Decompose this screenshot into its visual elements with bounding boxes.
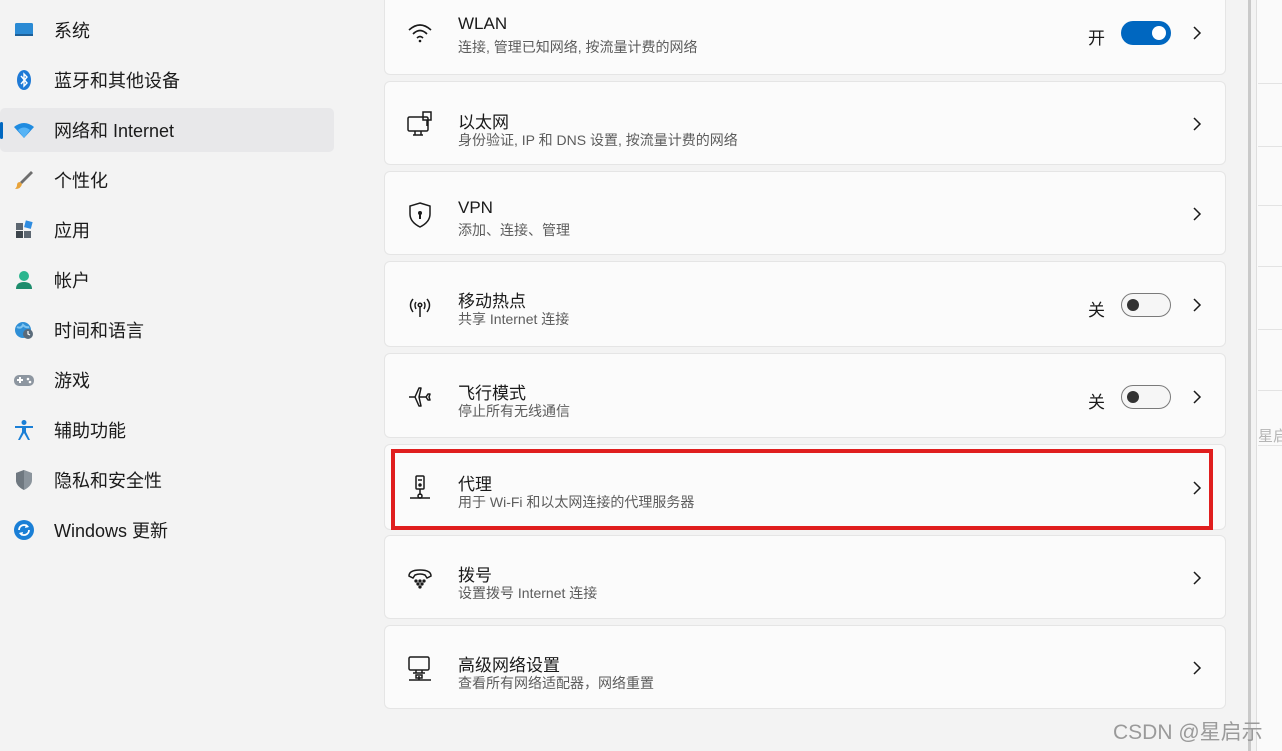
update-icon	[12, 518, 36, 542]
toggle-knob	[1127, 391, 1139, 403]
system-icon	[12, 18, 36, 42]
sidebar-item-label: 蓝牙和其他设备	[54, 71, 180, 91]
brush-icon	[12, 168, 36, 192]
sidebar-item-label: 隐私和安全性	[54, 471, 162, 491]
network-adapter-icon	[405, 654, 435, 684]
apps-icon	[12, 218, 36, 242]
card-subtitle: 查看所有网络适配器，网络重置	[458, 675, 654, 691]
divider	[1258, 146, 1282, 147]
toggle-knob	[1152, 26, 1166, 40]
card-subtitle: 身份验证, IP 和 DNS 设置, 按流量计费的网络	[458, 132, 738, 148]
airplane-icon	[405, 382, 435, 412]
sidebar-item-windows-update[interactable]: Windows 更新	[0, 508, 334, 552]
card-title: VPN	[458, 198, 493, 217]
sidebar-item-network[interactable]: 网络和 Internet	[0, 108, 334, 152]
ethernet-icon	[405, 109, 435, 139]
wlan-state-label: 开	[1088, 29, 1105, 48]
accessibility-icon	[12, 418, 36, 442]
divider	[1258, 390, 1282, 391]
card-subtitle: 添加、连接、管理	[458, 222, 570, 238]
sidebar-item-bluetooth[interactable]: 蓝牙和其他设备	[0, 58, 334, 102]
sidebar-item-personalization[interactable]: 个性化	[0, 158, 334, 202]
chevron-right-icon	[1187, 387, 1207, 407]
dialup-phone-icon	[405, 563, 435, 593]
wlan-card[interactable]: WLAN 连接, 管理已知网络, 按流量计费的网络 开	[384, 0, 1226, 75]
sidebar: 系统 蓝牙和其他设备 网络和 Internet 个性化 应用 帐户 时间和语言 …	[0, 0, 345, 751]
sidebar-item-system[interactable]: 系统	[0, 8, 334, 52]
sidebar-item-label: 应用	[54, 221, 90, 241]
toggle-knob	[1127, 299, 1139, 311]
card-subtitle: 共享 Internet 连接	[458, 311, 570, 327]
airplane-toggle[interactable]	[1121, 385, 1171, 409]
scrollbar[interactable]	[1248, 0, 1251, 751]
airplane-mode-card[interactable]: 飞行模式 停止所有无线通信 关	[384, 353, 1226, 438]
vpn-card[interactable]: VPN 添加、连接、管理	[384, 171, 1226, 255]
chevron-right-icon	[1187, 23, 1207, 43]
sidebar-item-accounts[interactable]: 帐户	[0, 258, 334, 302]
sidebar-item-label: 帐户	[54, 271, 90, 291]
card-subtitle: 停止所有无线通信	[458, 403, 570, 419]
divider	[1258, 329, 1282, 330]
hotspot-card[interactable]: 移动热点 共享 Internet 连接 关	[384, 261, 1226, 347]
hotspot-toggle[interactable]	[1121, 293, 1171, 317]
chevron-right-icon	[1187, 114, 1207, 134]
chevron-right-icon	[1187, 568, 1207, 588]
wlan-toggle[interactable]	[1121, 21, 1171, 45]
hotspot-icon	[405, 291, 435, 321]
dialup-card[interactable]: 拨号 设置拨号 Internet 连接	[384, 535, 1226, 619]
chevron-right-icon	[1187, 204, 1207, 224]
card-subtitle: 连接, 管理已知网络, 按流量计费的网络	[458, 39, 698, 55]
globe-clock-icon	[12, 318, 36, 342]
sidebar-item-gaming[interactable]: 游戏	[0, 358, 334, 402]
card-title: WLAN	[458, 14, 508, 33]
network-icon	[12, 118, 36, 142]
sidebar-item-label: 游戏	[54, 371, 90, 391]
divider	[1258, 266, 1282, 267]
sidebar-item-time-language[interactable]: 时间和语言	[0, 308, 334, 352]
divider	[1258, 205, 1282, 206]
divider	[1258, 83, 1282, 84]
sidebar-item-accessibility[interactable]: 辅助功能	[0, 408, 334, 452]
airplane-state-label: 关	[1088, 393, 1105, 412]
vpn-shield-icon	[405, 200, 435, 230]
advanced-network-card[interactable]: 高级网络设置 查看所有网络适配器，网络重置	[384, 625, 1226, 709]
sidebar-item-privacy[interactable]: 隐私和安全性	[0, 458, 334, 502]
proxy-highlight-box	[391, 449, 1213, 530]
sidebar-item-apps[interactable]: 应用	[0, 208, 334, 252]
sidebar-item-label: 时间和语言	[54, 321, 144, 341]
right-panel-edge	[1256, 0, 1282, 751]
watermark: CSDN @星启示	[1113, 721, 1263, 744]
sidebar-item-label: 辅助功能	[54, 421, 126, 441]
card-subtitle: 设置拨号 Internet 连接	[458, 585, 598, 601]
hotspot-state-label: 关	[1088, 301, 1105, 320]
sidebar-item-label: 个性化	[54, 171, 108, 191]
account-icon	[12, 268, 36, 292]
wifi-icon	[405, 18, 435, 48]
bluetooth-icon	[12, 68, 36, 92]
sidebar-item-label: 系统	[54, 21, 90, 41]
ethernet-card[interactable]: 以太网 身份验证, IP 和 DNS 设置, 按流量计费的网络	[384, 81, 1226, 165]
sidebar-item-label: Windows 更新	[54, 521, 169, 541]
chevron-right-icon	[1187, 295, 1207, 315]
right-panel-text: 星启	[1258, 428, 1282, 445]
chevron-right-icon	[1187, 658, 1207, 678]
shield-icon	[12, 468, 36, 492]
gamepad-icon	[12, 368, 36, 392]
sidebar-item-label: 网络和 Internet	[54, 121, 175, 141]
